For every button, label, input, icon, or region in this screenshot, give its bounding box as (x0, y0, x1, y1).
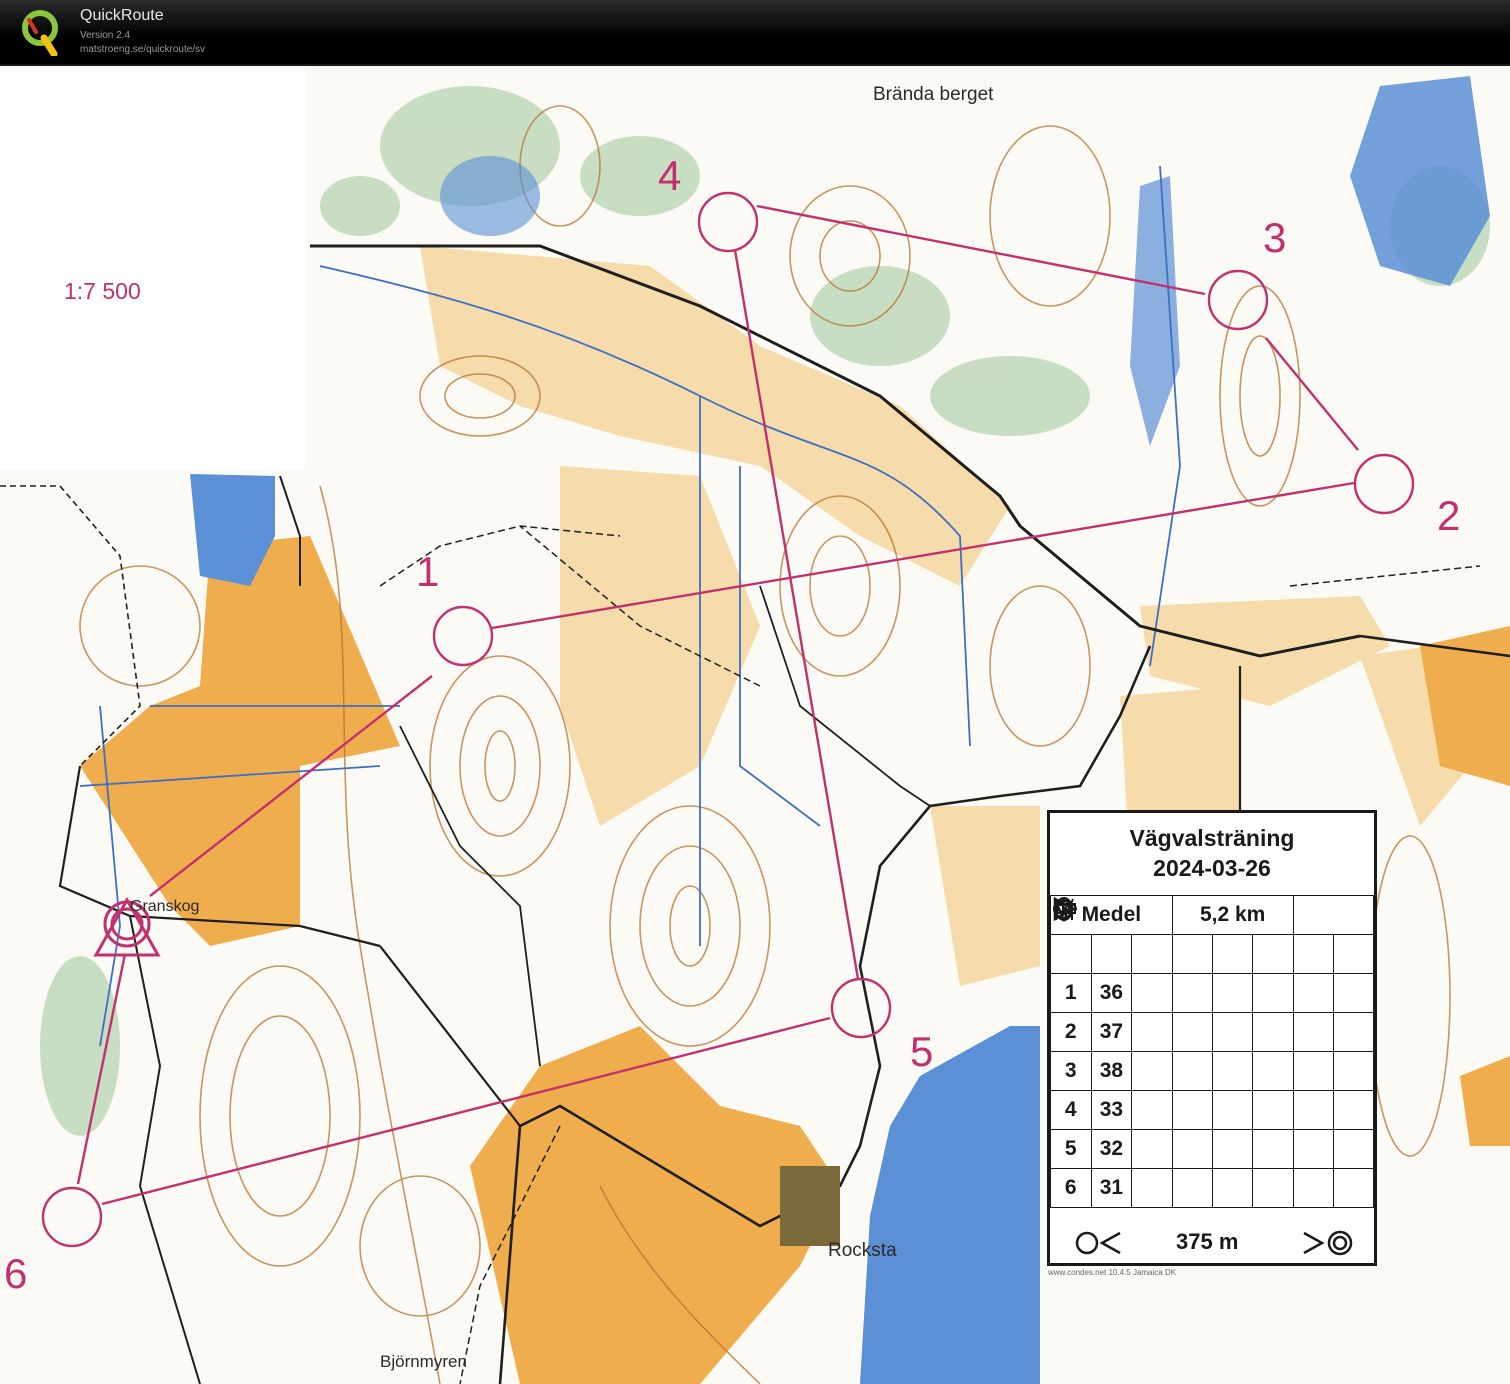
app-version: Version 2.4 (80, 30, 131, 41)
software-credit: www.condes.net 10.4.5 Jamaica DK (1048, 1268, 1177, 1277)
row-number: 5 (1050, 1129, 1092, 1169)
control-number-2: 2 (1437, 492, 1460, 539)
shallow-depression-icon (1052, 904, 1077, 913)
control-number-6: 6 (4, 1250, 27, 1297)
course-length: 5,2 km (1171, 895, 1294, 935)
app-title-bar: QuickRoute Version 2.4 matstroeng.se/qui… (0, 0, 1510, 66)
event-date: 2024-03-26 (1153, 855, 1271, 881)
start-row (1050, 896, 1375, 974)
control-code: 37 (1090, 1012, 1133, 1052)
app-name: QuickRoute (80, 7, 164, 24)
finish-icon (1303, 1230, 1353, 1256)
row-number: 6 (1050, 1168, 1092, 1208)
control-code: 38 (1090, 1051, 1133, 1091)
place-rocksta: Rocksta (828, 1240, 897, 1261)
place-brandaberget: Brända berget (873, 84, 994, 105)
place-bjornmyren: Björnmyren (380, 1352, 467, 1371)
description-row: 4 33 (1050, 896, 1375, 1130)
event-title: Vägvalsträning (1129, 825, 1295, 851)
row-number: 1 (1050, 973, 1092, 1013)
description-row: 3 38 (1050, 899, 1375, 1091)
control-code: 36 (1090, 973, 1133, 1013)
description-row: 5 32 (1050, 902, 1375, 1169)
description-row: 2 37 (1050, 898, 1375, 1052)
control-number-5: 5 (910, 1028, 933, 1075)
row-number: 4 (1050, 1090, 1092, 1130)
control-code: 31 (1090, 1168, 1133, 1208)
app-url: matstroeng.se/quickroute/sv (80, 44, 206, 55)
finish-row: 375 m (1050, 1221, 1374, 1263)
row-number: 2 (1050, 1012, 1092, 1052)
finish-distance: 375 m (1176, 1229, 1239, 1254)
row-number: 3 (1050, 1051, 1092, 1091)
place-granskog: Granskog (130, 898, 200, 915)
quickroute-logo-icon (22, 10, 58, 56)
description-row: 6 31 (1050, 899, 1375, 1208)
map-scale: 1:7 500 (64, 278, 141, 304)
control-code: 32 (1090, 1129, 1133, 1169)
description-row: 1 36 (1050, 899, 1375, 1013)
control-number-1: 1 (416, 548, 439, 595)
class-row: Medel 5,2 km (1050, 895, 1375, 935)
control-code: 33 (1090, 1090, 1133, 1130)
control-number-3: 3 (1263, 214, 1286, 261)
control-description-sheet: Vägvalsträning 2024-03-26 Medel 5,2 km 1… (1047, 810, 1377, 1266)
description-grid: Medel 5,2 km 1 36 2 37 3 38 4 33 5 32 6 … (1050, 895, 1375, 1208)
finish-leg-icon (1075, 1231, 1121, 1255)
orienteering-map[interactable]: 1 2 3 4 5 6 1:7 500 Brända berget Gransk… (0, 66, 1510, 1384)
control-number-4: 4 (658, 152, 681, 199)
settlement (780, 1166, 840, 1246)
